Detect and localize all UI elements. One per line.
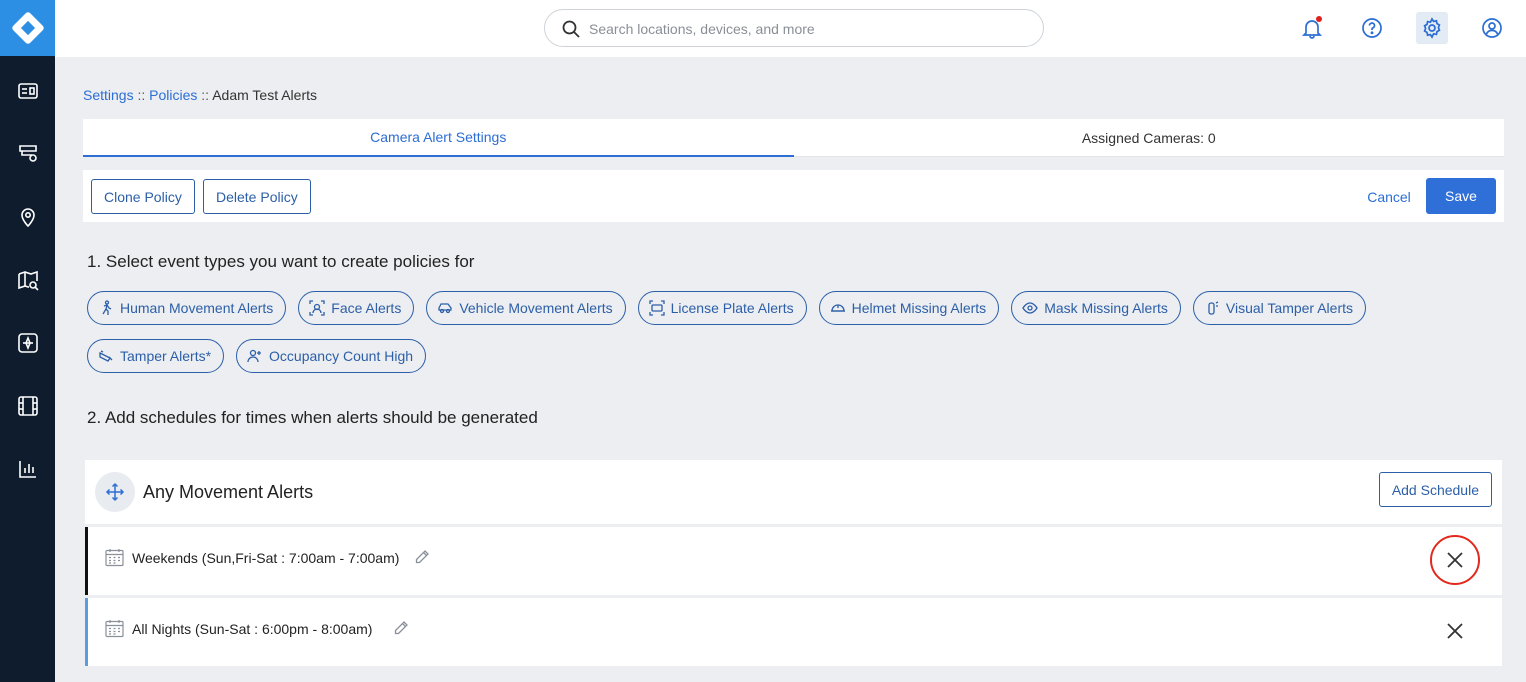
delete-policy-button[interactable]: Delete Policy [203, 179, 311, 214]
event-chip-human-movement[interactable]: Human Movement Alerts [87, 291, 287, 325]
settings-button[interactable] [1416, 12, 1448, 44]
tab-assigned-cameras[interactable]: Assigned Cameras: 0 [793, 119, 1504, 157]
tab-bar: Camera Alert Settings Assigned Cameras: … [83, 119, 1504, 157]
event-chip-label: Human Movement Alerts [120, 300, 274, 316]
rail-item-recordings[interactable] [0, 386, 55, 426]
breadcrumb-separator: :: [137, 87, 146, 103]
help-button[interactable] [1356, 12, 1388, 44]
camera-view-icon [17, 333, 38, 353]
policy-toolbar: Clone Policy Delete Policy Cancel Save [83, 170, 1504, 222]
add-schedule-button[interactable]: Add Schedule [1378, 472, 1492, 507]
section-event-types-title: 1. Select event types you want to create… [87, 252, 475, 271]
rail-item-map[interactable] [0, 260, 55, 300]
film-icon [17, 396, 38, 416]
remove-schedule-button[interactable] [1430, 606, 1480, 656]
breadcrumb: Settings :: Policies :: Adam Test Alerts [83, 87, 317, 103]
clone-policy-button[interactable]: Clone Policy [91, 179, 195, 214]
dashboard-icon [17, 83, 38, 99]
pencil-icon[interactable] [393, 620, 409, 636]
profile-button[interactable] [1476, 12, 1508, 44]
event-chip-helmet-missing[interactable]: Helmet Missing Alerts [818, 291, 1000, 325]
breadcrumb-settings[interactable]: Settings [83, 87, 134, 103]
search-input[interactable] [589, 18, 1029, 40]
event-chip-face[interactable]: Face Alerts [298, 291, 415, 325]
schedule-card-title: Any Movement Alerts [143, 482, 314, 502]
event-chip-vehicle-movement[interactable]: Vehicle Movement Alerts [426, 291, 626, 325]
breadcrumb-separator: :: [201, 87, 210, 103]
helmet-icon [830, 304, 845, 312]
schedule-label: All Nights (Sun-Sat : 6:00pm - 8:00am) [132, 621, 373, 637]
help-icon [1362, 18, 1382, 38]
calendar-icon [105, 620, 124, 638]
user-icon [1482, 18, 1502, 38]
event-chip-label: License Plate Alerts [670, 300, 794, 316]
close-icon [1447, 552, 1463, 568]
event-chip-label: Occupancy Count High [269, 348, 414, 364]
schedule-card-header: Any Movement Alerts Add Schedule [85, 460, 1502, 524]
search-box[interactable] [544, 9, 1044, 47]
notification-dot [1316, 16, 1322, 22]
calendar-icon [105, 549, 124, 567]
event-chip-tamper[interactable]: Tamper Alerts* [87, 339, 225, 373]
camera-tamper-icon [1208, 301, 1219, 315]
event-chip-label: Tamper Alerts* [120, 348, 212, 364]
event-chip-visual-tamper[interactable]: Visual Tamper Alerts [1192, 291, 1366, 325]
event-chip-license-plate[interactable]: License Plate Alerts [637, 291, 807, 325]
location-pin-icon [20, 208, 35, 228]
person-add-icon [247, 349, 262, 363]
rail-item-locations[interactable] [0, 197, 55, 237]
cancel-button[interactable]: Cancel [1360, 179, 1418, 214]
running-person-icon [102, 300, 112, 315]
left-rail [0, 0, 55, 682]
car-icon [438, 303, 452, 314]
eye-icon [1022, 302, 1038, 314]
pencil-icon[interactable] [414, 549, 430, 565]
save-button[interactable]: Save [1426, 178, 1496, 214]
move-arrows-icon [105, 482, 125, 502]
event-type-list: Human Movement Alerts Face Alerts Vehicl… [87, 291, 1507, 373]
section-schedules-title: 2. Add schedules for times when alerts s… [87, 408, 538, 427]
event-chip-label: Face Alerts [331, 300, 402, 316]
logo-icon [11, 12, 44, 44]
search-icon [562, 20, 580, 38]
rail-item-camera-view[interactable] [0, 323, 55, 363]
gear-icon [1423, 17, 1441, 39]
schedule-row-weekends: Weekends (Sun,Fri-Sat : 7:00am - 7:00am) [85, 527, 1502, 595]
schedule-label: Weekends (Sun,Fri-Sat : 7:00am - 7:00am) [132, 550, 400, 566]
movement-icon-badge [95, 472, 135, 512]
face-scan-icon [309, 300, 325, 316]
close-icon [1447, 623, 1463, 639]
license-plate-icon [648, 300, 665, 316]
event-chip-label: Vehicle Movement Alerts [459, 300, 613, 316]
tab-camera-alert-settings[interactable]: Camera Alert Settings [83, 119, 794, 157]
tamper-icon [99, 350, 113, 362]
map-search-icon [17, 270, 39, 291]
devices-icon [18, 145, 37, 162]
event-chip-label: Helmet Missing Alerts [851, 300, 987, 316]
breadcrumb-current: Adam Test Alerts [212, 87, 317, 103]
event-chip-label: Visual Tamper Alerts [1225, 300, 1353, 316]
logo[interactable] [0, 0, 55, 56]
rail-item-devices[interactable] [0, 133, 55, 173]
breadcrumb-policies[interactable]: Policies [149, 87, 197, 103]
remove-schedule-button[interactable] [1430, 535, 1480, 585]
rail-item-dashboard[interactable] [0, 71, 55, 111]
event-chip-label: Mask Missing Alerts [1044, 300, 1168, 316]
notifications-button[interactable] [1296, 12, 1328, 44]
schedule-row-all-nights: All Nights (Sun-Sat : 6:00pm - 8:00am) [85, 598, 1502, 666]
analytics-icon [18, 461, 36, 478]
event-chip-occupancy-count-high[interactable]: Occupancy Count High [236, 339, 427, 373]
rail-item-analytics[interactable] [0, 449, 55, 489]
event-chip-mask-missing[interactable]: Mask Missing Alerts [1011, 291, 1181, 325]
top-bar [55, 0, 1526, 57]
